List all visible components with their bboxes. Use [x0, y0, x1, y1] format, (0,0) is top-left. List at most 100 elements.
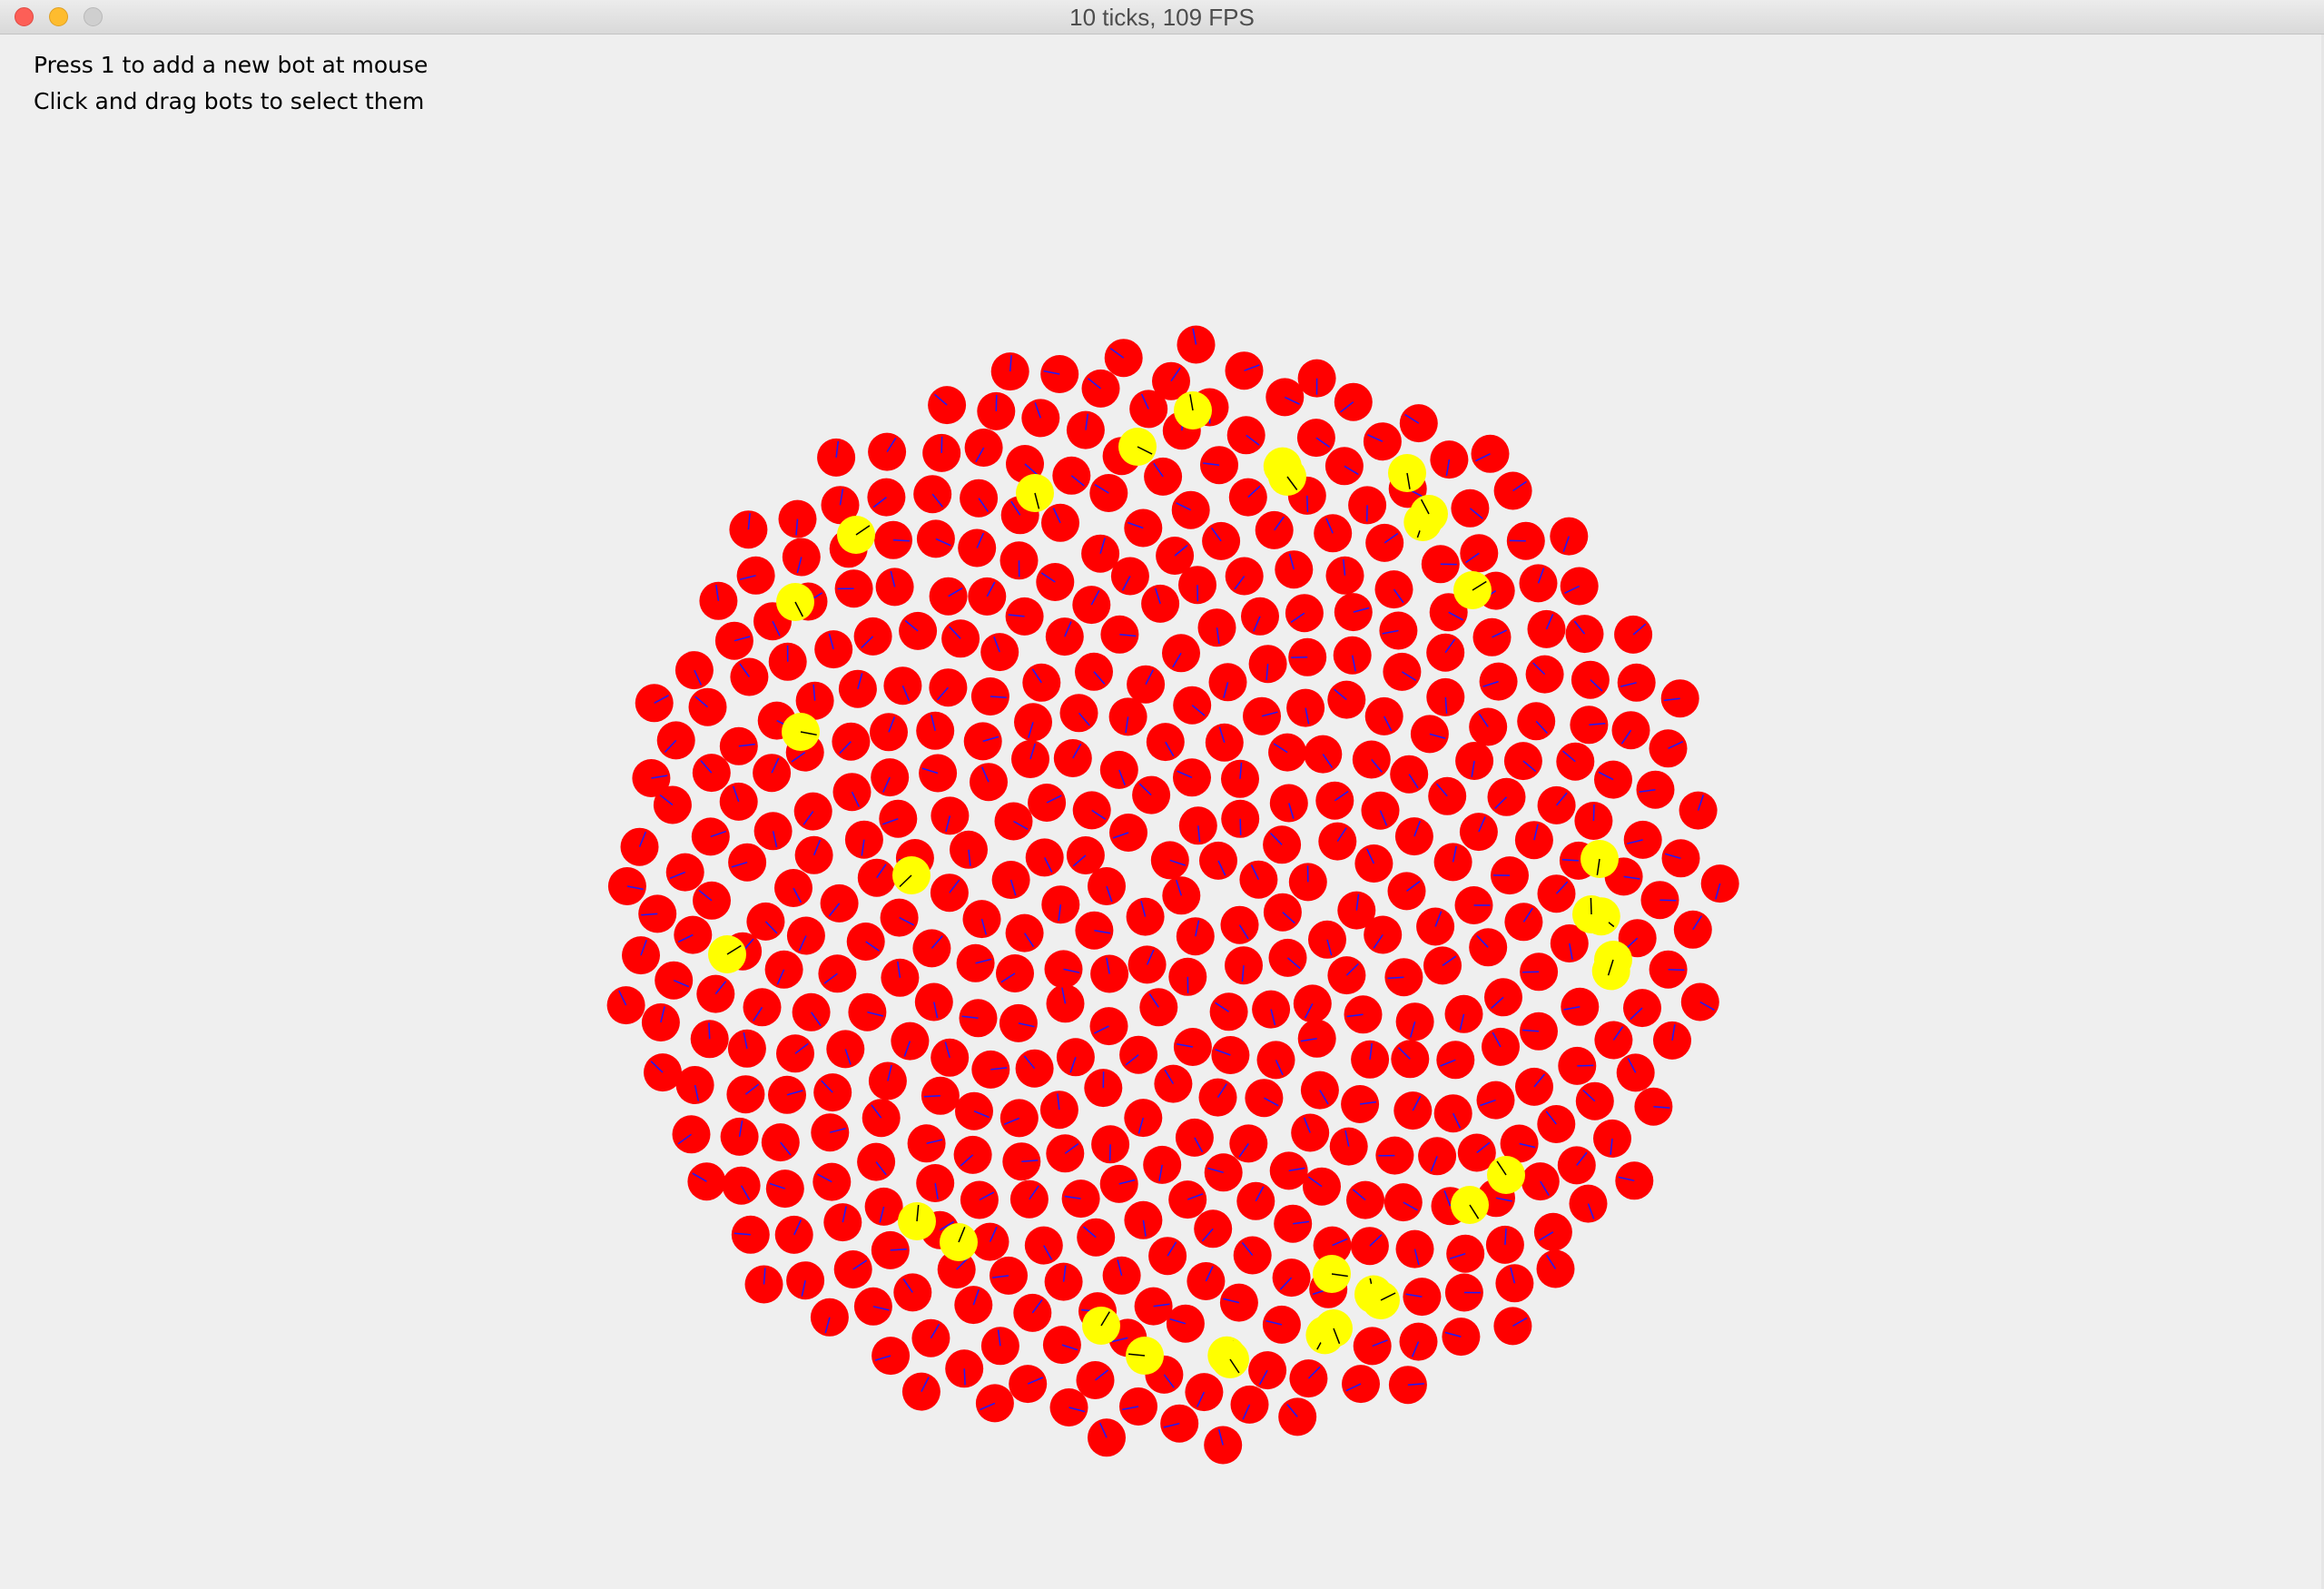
- bot[interactable]: [980, 1327, 1019, 1366]
- bot[interactable]: [1194, 1209, 1233, 1248]
- bot[interactable]: [644, 1053, 682, 1092]
- bot[interactable]: [1421, 545, 1460, 584]
- bot[interactable]: [1570, 706, 1609, 745]
- bot[interactable]: [1493, 471, 1532, 510]
- bot[interactable]: [1166, 1304, 1205, 1343]
- bot[interactable]: [1574, 802, 1613, 840]
- bot[interactable]: [1342, 1365, 1380, 1404]
- bot[interactable]: [1088, 867, 1126, 905]
- bot[interactable]: [1482, 1027, 1520, 1066]
- bot[interactable]: [834, 569, 873, 608]
- bot[interactable]: [1052, 456, 1091, 495]
- bot[interactable]: [1013, 1293, 1052, 1332]
- bot[interactable]: [1314, 514, 1353, 553]
- bot[interactable]: [930, 873, 969, 913]
- bot[interactable]: [620, 827, 659, 866]
- bot[interactable]: [1446, 1234, 1485, 1273]
- bot[interactable]: [1154, 1064, 1193, 1103]
- bot[interactable]: [1162, 634, 1200, 673]
- bot[interactable]: [1399, 1322, 1438, 1361]
- bot[interactable]: [953, 1135, 992, 1174]
- bot[interactable]: [665, 853, 704, 892]
- bot[interactable]: [1036, 563, 1075, 601]
- bot[interactable]: [768, 1075, 806, 1114]
- bot[interactable]: [1248, 645, 1287, 684]
- bot[interactable]: [832, 773, 872, 812]
- selected-bot[interactable]: [1410, 495, 1448, 533]
- simulation-canvas[interactable]: [0, 35, 2324, 1589]
- bot[interactable]: [1160, 1404, 1199, 1443]
- bot[interactable]: [793, 792, 832, 831]
- bot[interactable]: [1288, 637, 1327, 676]
- bot[interactable]: [1272, 1258, 1311, 1298]
- bot[interactable]: [1617, 663, 1656, 702]
- bot[interactable]: [1056, 1038, 1095, 1077]
- bot[interactable]: [1225, 351, 1264, 390]
- bot[interactable]: [1363, 422, 1402, 461]
- bot[interactable]: [1173, 686, 1212, 725]
- bot[interactable]: [1081, 534, 1120, 573]
- bot[interactable]: [931, 1038, 970, 1077]
- bot[interactable]: [1099, 1164, 1138, 1203]
- bot[interactable]: [687, 1162, 726, 1201]
- bot[interactable]: [1099, 750, 1138, 789]
- bot[interactable]: [1324, 447, 1364, 486]
- bot[interactable]: [1168, 957, 1207, 996]
- bot[interactable]: [911, 1318, 950, 1357]
- bot[interactable]: [1569, 1184, 1608, 1223]
- bot[interactable]: [1146, 723, 1185, 762]
- bot[interactable]: [690, 1020, 729, 1059]
- bot[interactable]: [1616, 1053, 1655, 1092]
- bot[interactable]: [1503, 742, 1542, 781]
- selected-bot[interactable]: [837, 516, 875, 554]
- bot[interactable]: [1173, 1028, 1212, 1066]
- bot[interactable]: [994, 802, 1033, 841]
- bot[interactable]: [688, 687, 727, 726]
- bot[interactable]: [1293, 984, 1332, 1023]
- bot[interactable]: [1248, 1351, 1287, 1390]
- selected-bot[interactable]: [1572, 895, 1610, 933]
- bot[interactable]: [1021, 399, 1060, 438]
- bot[interactable]: [1334, 382, 1373, 421]
- bot[interactable]: [844, 820, 883, 859]
- bot[interactable]: [1230, 1385, 1269, 1424]
- bot[interactable]: [1558, 1046, 1597, 1085]
- bot[interactable]: [1560, 567, 1599, 606]
- bot[interactable]: [914, 982, 953, 1022]
- bot[interactable]: [1506, 521, 1545, 560]
- bot[interactable]: [959, 999, 998, 1038]
- bot[interactable]: [921, 1076, 960, 1115]
- bot[interactable]: [1649, 950, 1688, 989]
- selected-bot[interactable]: [1268, 458, 1306, 496]
- title-bar[interactable]: 10 ticks, 109 FPS: [0, 0, 2324, 35]
- bot[interactable]: [719, 726, 758, 765]
- bot[interactable]: [1000, 541, 1039, 580]
- bot[interactable]: [691, 817, 730, 856]
- bot[interactable]: [812, 1162, 852, 1201]
- bot[interactable]: [1199, 841, 1237, 880]
- bot[interactable]: [1219, 1283, 1258, 1322]
- bot[interactable]: [655, 961, 694, 1000]
- bot[interactable]: [1399, 404, 1438, 443]
- bot[interactable]: [778, 499, 817, 538]
- bot[interactable]: [674, 915, 713, 954]
- bot[interactable]: [883, 666, 922, 706]
- bot[interactable]: [1390, 755, 1429, 794]
- bot[interactable]: [1233, 1236, 1272, 1275]
- bot[interactable]: [832, 722, 871, 761]
- bot[interactable]: [999, 1003, 1038, 1042]
- bot[interactable]: [1374, 570, 1413, 609]
- bot[interactable]: [1040, 355, 1079, 393]
- bot[interactable]: [1556, 742, 1595, 781]
- bot[interactable]: [1557, 1146, 1596, 1185]
- bot[interactable]: [1653, 1021, 1691, 1060]
- bot[interactable]: [1236, 1181, 1275, 1220]
- bot[interactable]: [990, 1256, 1028, 1295]
- selected-bot[interactable]: [1451, 1186, 1489, 1224]
- bot[interactable]: [864, 1187, 903, 1226]
- bot[interactable]: [1297, 1019, 1336, 1058]
- bot[interactable]: [1679, 791, 1718, 830]
- bot[interactable]: [776, 1034, 814, 1073]
- bot[interactable]: [1344, 995, 1383, 1034]
- bot[interactable]: [811, 1113, 850, 1152]
